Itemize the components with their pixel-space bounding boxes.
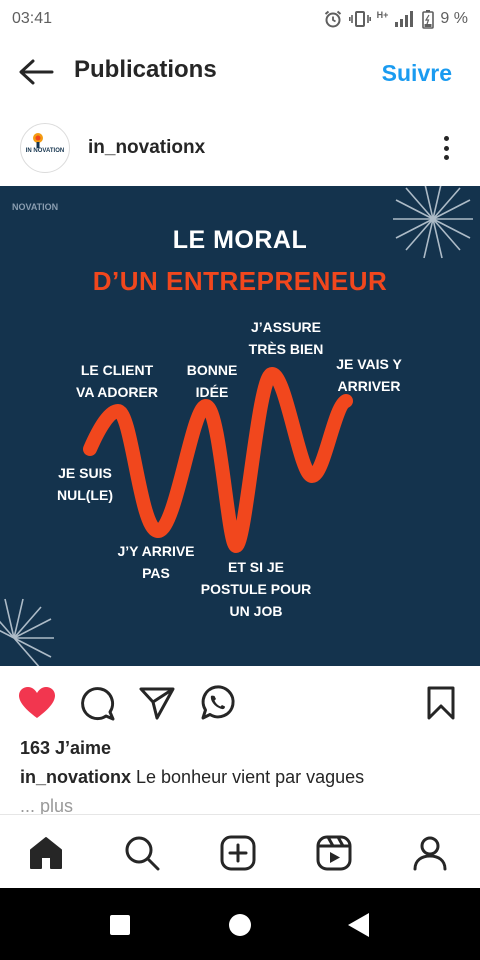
status-icons: H+ 9 % bbox=[323, 9, 468, 29]
alarm-icon bbox=[324, 10, 341, 28]
back-system-button[interactable] bbox=[345, 912, 371, 938]
label-jy-arrive: J’Y ARRIVE PAS bbox=[117, 543, 195, 581]
nav-search[interactable] bbox=[122, 833, 162, 873]
vibrate-icon bbox=[348, 11, 371, 27]
home-system-button[interactable] bbox=[227, 912, 253, 938]
follow-button[interactable]: Suivre bbox=[382, 60, 452, 87]
search-icon bbox=[125, 836, 160, 871]
dot-icon bbox=[443, 145, 449, 151]
nav-reels[interactable] bbox=[314, 833, 354, 873]
image-subtitle: D’UN ENTREPRENEUR bbox=[92, 266, 388, 296]
avatar[interactable]: IN NOVATION bbox=[20, 123, 70, 173]
bottom-navigation bbox=[0, 814, 480, 888]
send-icon bbox=[139, 687, 175, 720]
post-header: IN NOVATION in_novationx bbox=[0, 110, 480, 186]
like-count[interactable]: 163 J’aime bbox=[20, 738, 111, 759]
profile-icon bbox=[413, 836, 447, 871]
nav-create[interactable] bbox=[218, 833, 258, 873]
label-jassure: J’ASSURE TRÈS BIEN bbox=[248, 319, 324, 357]
reels-icon bbox=[316, 835, 352, 871]
square-icon bbox=[110, 915, 130, 935]
nav-profile[interactable] bbox=[410, 833, 450, 873]
avatar-text: IN NOVATION bbox=[26, 148, 64, 154]
caption-text: Le bonheur vient par vagues bbox=[131, 767, 365, 787]
battery-level: 9 % bbox=[440, 10, 468, 27]
label-je-vais: JE VAIS Y ARRIVER bbox=[336, 356, 402, 394]
label-le-client: LE CLIENT VA ADORER bbox=[76, 362, 158, 400]
battery-icon bbox=[422, 10, 435, 29]
nav-home[interactable] bbox=[26, 833, 66, 873]
app-header: Publications Suivre bbox=[0, 38, 480, 106]
label-et-si: ET SI JE POSTULE POUR UN JOB bbox=[200, 559, 312, 619]
comment-icon bbox=[81, 687, 115, 721]
network-type: H+ bbox=[376, 10, 389, 20]
dot-icon bbox=[443, 155, 449, 160]
post-caption: in_novationx Le bonheur vient par vagues bbox=[20, 767, 364, 788]
whatsapp-icon bbox=[201, 685, 235, 720]
like-button[interactable] bbox=[18, 684, 56, 722]
sunburst-decoration bbox=[0, 598, 54, 666]
image-title: LE MORAL bbox=[172, 226, 308, 254]
post-action-bar bbox=[0, 672, 480, 734]
home-icon bbox=[30, 837, 62, 869]
system-navigation-bar bbox=[0, 888, 480, 960]
brand-logo-icon: IN NOVATION bbox=[26, 133, 64, 154]
signal-icon bbox=[395, 11, 414, 27]
post-image[interactable]: NOVATION LE MORAL D’UN ENTREPRENEUR LE C… bbox=[0, 186, 480, 666]
dot-icon bbox=[443, 136, 449, 141]
add-post-icon bbox=[220, 835, 256, 871]
bookmark-icon bbox=[427, 686, 455, 720]
save-button[interactable] bbox=[422, 684, 460, 722]
status-bar: 03:41 H+ 9 % bbox=[0, 0, 480, 38]
status-time: 03:41 bbox=[12, 10, 53, 27]
whatsapp-share-button[interactable] bbox=[198, 684, 236, 722]
recent-apps-button[interactable] bbox=[107, 912, 133, 938]
back-button[interactable] bbox=[16, 56, 56, 88]
circle-icon bbox=[229, 914, 251, 936]
comment-button[interactable] bbox=[78, 684, 116, 722]
arrow-left-icon bbox=[19, 59, 54, 85]
caption-username[interactable]: in_novationx bbox=[20, 767, 131, 787]
label-je-suis: JE SUIS NUL(LE) bbox=[57, 465, 113, 503]
triangle-back-icon bbox=[348, 913, 369, 937]
brand-watermark: NOVATION bbox=[12, 202, 59, 212]
share-button[interactable] bbox=[138, 684, 176, 722]
label-bonne-idee: BONNE IDÉE bbox=[186, 362, 238, 400]
heart-icon bbox=[19, 687, 55, 718]
post-username[interactable]: in_novationx bbox=[88, 137, 205, 159]
more-options-button[interactable] bbox=[436, 132, 456, 164]
page-title: Publications bbox=[74, 56, 217, 83]
